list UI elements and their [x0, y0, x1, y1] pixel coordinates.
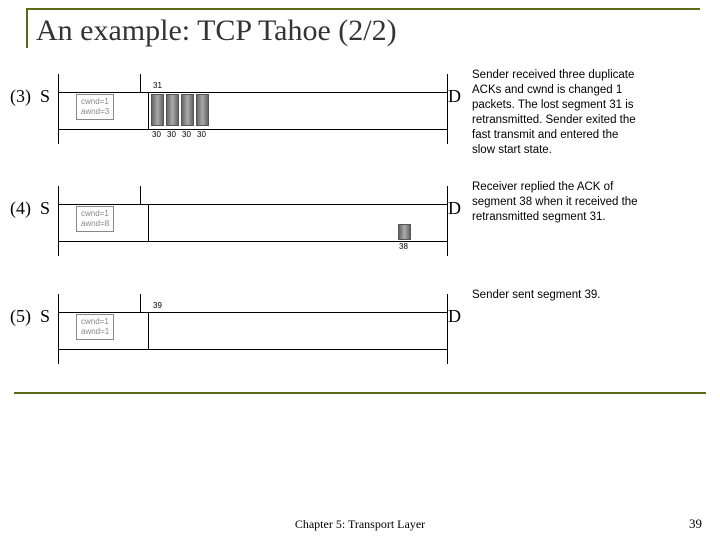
sender-label: S: [40, 284, 58, 327]
step-label: (5): [10, 284, 40, 327]
cwnd-box: cwnd=1 awnd=1: [76, 314, 114, 340]
packet: [166, 94, 179, 126]
page-title: An example: TCP Tahoe (2/2): [36, 14, 700, 48]
page-number: 39: [689, 516, 702, 532]
packet: [151, 94, 164, 126]
seg-num: 30: [152, 130, 161, 139]
pipe-diagram: cwnd=1 awnd=8 38: [58, 176, 448, 266]
seg-num: 31: [153, 81, 162, 90]
receiver-label: D: [448, 64, 466, 107]
seg-num: 39: [153, 301, 162, 310]
receiver-label: D: [448, 284, 466, 327]
step-description: Sender received three duplicate ACKs and…: [466, 64, 644, 158]
seg-num: 38: [399, 242, 408, 251]
step-description: Receiver replied the ACK of segment 38 w…: [466, 176, 644, 225]
receiver-label: D: [448, 176, 466, 219]
cwnd-box: cwnd=1 awnd=3: [76, 94, 114, 120]
step-description: Sender sent segment 39.: [466, 284, 644, 303]
packet: [196, 94, 209, 126]
sender-label: S: [40, 64, 58, 107]
packet: [398, 224, 411, 240]
pipe-diagram: cwnd=1 awnd=3 31 30 30 30 30: [58, 64, 448, 154]
seg-num: 30: [167, 130, 176, 139]
diagram-row-4: (4) S cwnd=1 awnd=8 38 D Receiver replie…: [10, 176, 710, 266]
pipe-diagram: cwnd=1 awnd=1 39: [58, 284, 448, 374]
step-label: (4): [10, 176, 40, 219]
footer-chapter: Chapter 5: Transport Layer: [0, 517, 720, 532]
diagram-row-3: (3) S cwnd=1 awnd=3 31 30 30 30 30 D Sen…: [10, 64, 710, 158]
sender-label: S: [40, 176, 58, 219]
footer-divider: [14, 392, 706, 394]
diagram-row-5: (5) S cwnd=1 awnd=1 39 D Sender sent seg…: [10, 284, 710, 374]
packet: [181, 94, 194, 126]
step-label: (3): [10, 64, 40, 107]
seg-num: 30: [182, 130, 191, 139]
seg-num: 30: [197, 130, 206, 139]
cwnd-box: cwnd=1 awnd=8: [76, 206, 114, 232]
